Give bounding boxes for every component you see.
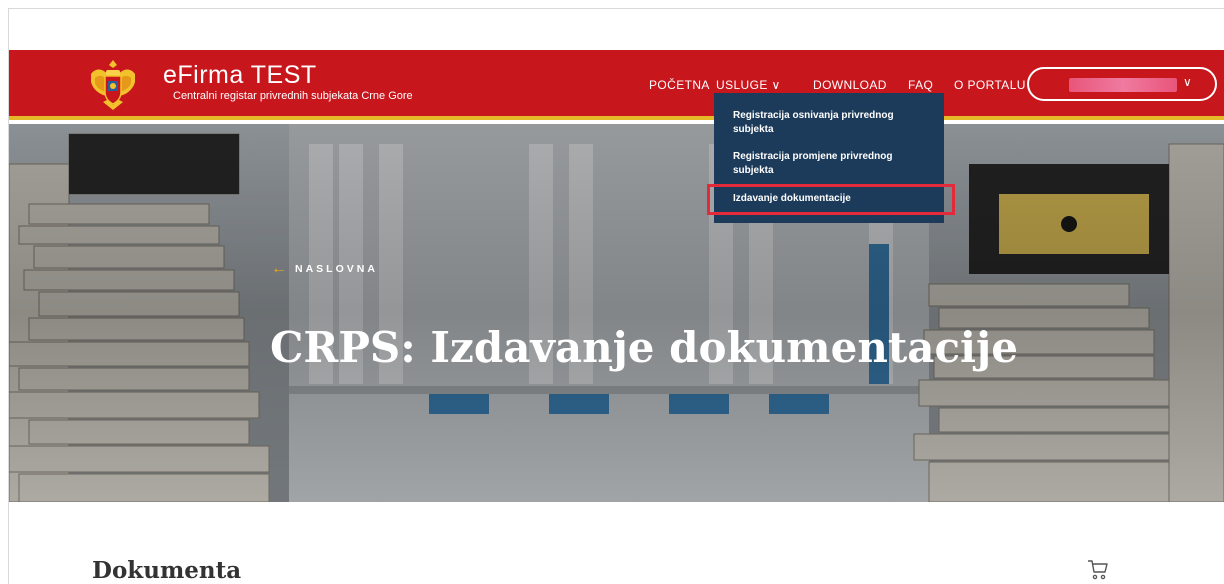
dropdown-item-label: Registracija promjene privrednog [733, 151, 893, 162]
dropdown-item-registracija-promjene[interactable]: Registracija promjene privrednog subjekt… [733, 150, 893, 178]
brand-title[interactable]: eFirma TEST [163, 62, 317, 88]
dropdown-item-label: Registracija osnivanja privrednog [733, 110, 894, 121]
language-select[interactable]: ∨ [1027, 67, 1217, 101]
brand-subtitle: Centralni registar privrednih subjekata … [173, 90, 413, 102]
frame-top-border [8, 8, 1224, 9]
nav-item-faq[interactable]: FAQ [908, 78, 933, 92]
section-title-dokumenta: Dokumenta [92, 557, 242, 584]
dropdown-item-label: subjekta [733, 165, 774, 176]
nav-item-pocetna[interactable]: POČETNA [649, 78, 710, 92]
page-title: CRPS: Izdavanje dokumentacije [270, 323, 1018, 372]
top-navbar: eFirma TEST Centralni registar privredni… [9, 50, 1224, 120]
montenegro-coat-of-arms-icon[interactable] [87, 56, 139, 116]
chevron-down-icon: ∨ [1183, 75, 1192, 89]
nav-item-o-portalu[interactable]: O PORTALU [954, 78, 1026, 92]
back-link-naslovna[interactable]: ← NASLOVNA [271, 260, 378, 278]
dropdown-item-label: subjekta [733, 124, 774, 135]
redacted-value [1069, 78, 1177, 92]
nav-item-download[interactable]: DOWNLOAD [813, 78, 887, 92]
shopping-cart-icon[interactable] [1086, 558, 1110, 582]
hero-background-image [9, 124, 1224, 502]
highlight-box [707, 184, 955, 215]
nav-item-usluge[interactable]: USLUGE ∨ [716, 78, 781, 92]
arrow-left-icon: ← [271, 260, 287, 277]
hero-banner: ← NASLOVNA CRPS: Izdavanje dokumentacije [9, 124, 1224, 502]
dropdown-item-registracija-osnivanja[interactable]: Registracija osnivanja privrednog subjek… [733, 109, 894, 137]
back-link-label: NASLOVNA [295, 263, 378, 275]
